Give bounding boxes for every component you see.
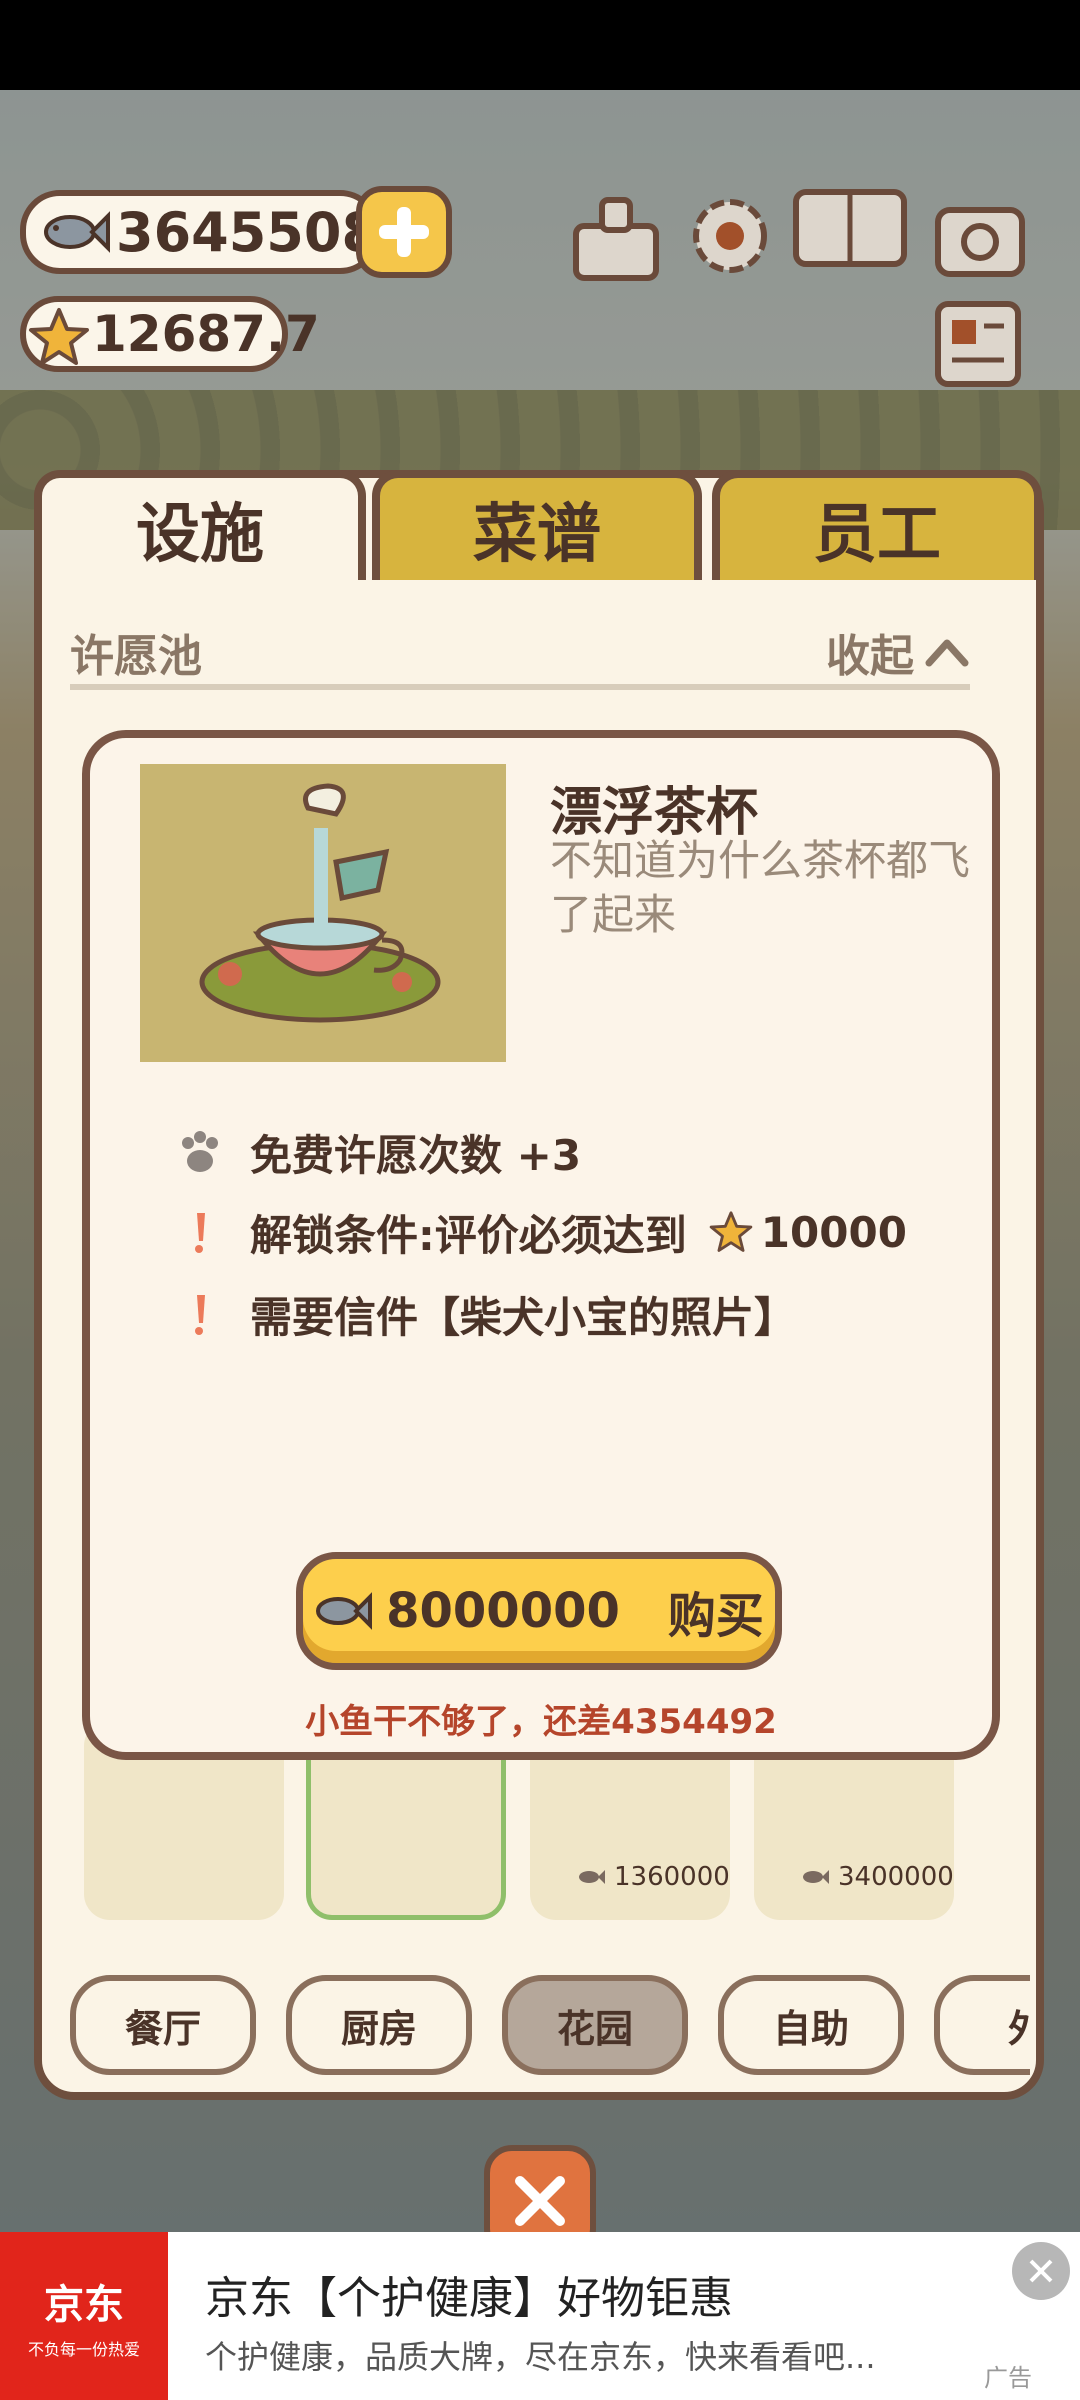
tab-recipes[interactable]: 菜谱 <box>372 470 702 580</box>
fish-icon <box>44 211 110 253</box>
leaderboard-icon[interactable] <box>566 186 666 286</box>
fish-currency: 3645508 <box>20 190 380 274</box>
star-amount: 12687.7 <box>92 305 320 363</box>
category-outside[interactable]: 外 <box>934 1975 1030 2075</box>
fish-amount: 3645508 <box>116 200 380 264</box>
floating-teacup-image <box>140 764 506 1062</box>
ad-subtitle: 个护健康，品质大牌，尽在京东，快来看看吧... <box>205 2338 876 2376</box>
category-kitchen[interactable]: 厨房 <box>286 1975 472 2075</box>
item-price: 3400000 <box>800 1862 954 1892</box>
letter-requirement-row: 需要信件【柴犬小宝的照片】 <box>170 1284 796 1344</box>
effect-row: 免费许愿次数 +3 <box>170 1122 581 1182</box>
jd-logo: 京东 不负每一份热爱 <box>0 2232 168 2400</box>
exclamation-icon <box>170 1202 230 1262</box>
star-icon <box>29 308 89 365</box>
fish-icon <box>579 1870 605 1884</box>
add-fish-button[interactable] <box>356 186 452 278</box>
newspaper-icon[interactable] <box>928 294 1028 394</box>
insufficient-fish-warning: 小鱼干不够了，还差4354492 <box>305 1702 777 1742</box>
tab-staff[interactable]: 员工 <box>712 470 1042 580</box>
category-restaurant[interactable]: 餐厅 <box>70 1975 256 2075</box>
camera-icon[interactable] <box>930 186 1030 286</box>
star-icon <box>709 1211 753 1252</box>
collapse-button[interactable]: 收起 <box>826 620 970 684</box>
collapse-label: 收起 <box>826 631 914 682</box>
exclamation-icon <box>170 1284 230 1344</box>
close-icon <box>1029 2259 1053 2283</box>
section-header: 许愿池 收起 <box>70 620 970 690</box>
section-title: 许愿池 <box>70 631 202 682</box>
chevron-up-icon <box>925 639 969 667</box>
ad-banner[interactable]: 京东 不负每一份热爱 京东【个护健康】好物钜惠 个护健康，品质大牌，尽在京东，快… <box>0 2232 1080 2400</box>
album-book-icon[interactable] <box>790 180 910 280</box>
tab-facilities[interactable]: 设施 <box>34 470 366 580</box>
paw-icon <box>170 1122 230 1182</box>
ad-label: 广告 <box>984 2364 1032 2392</box>
item-price: 1360000 <box>576 1862 730 1892</box>
close-icon <box>515 2176 565 2226</box>
fish-icon <box>316 1592 373 1630</box>
category-bar: 餐厅 厨房 花园 自助 外 <box>70 1975 1030 2080</box>
status-bar <box>0 0 1080 90</box>
star-rating: 12687.7 <box>20 296 320 372</box>
buy-button[interactable]: 8000000 购买 <box>296 1552 782 1670</box>
category-buffet[interactable]: 自助 <box>718 1975 904 2075</box>
buy-price: 8000000 <box>386 1583 620 1639</box>
item-description: 不知道为什么茶杯都飞了起来 <box>550 836 971 939</box>
buy-label: 购买 <box>667 1588 764 1644</box>
fish-icon <box>803 1870 829 1884</box>
settings-gear-icon[interactable] <box>680 186 780 286</box>
plus-icon <box>379 207 429 257</box>
ad-close-button[interactable] <box>1012 2242 1070 2300</box>
ad-title: 京东【个护健康】好物钜惠 <box>205 2273 733 2324</box>
unlock-condition-row: 解锁条件:评价必须达到 10000 <box>170 1202 907 1262</box>
category-garden[interactable]: 花园 <box>502 1975 688 2075</box>
